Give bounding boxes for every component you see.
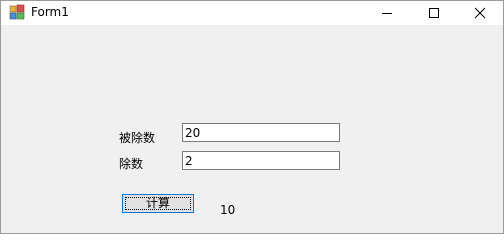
calculate-button[interactable]: 计算 <box>122 194 194 213</box>
app-icon <box>9 4 25 20</box>
close-button[interactable] <box>457 1 503 25</box>
result-label: 10 <box>220 203 236 217</box>
dividend-input[interactable] <box>182 123 340 142</box>
form-client-area: 被除数 除数 计算 10 <box>1 25 503 233</box>
form-window: Form1 被除数 除数 计算 10 <box>0 0 504 234</box>
close-icon <box>474 7 486 19</box>
divisor-label: 除数 <box>119 157 144 171</box>
title-bar[interactable]: Form1 <box>1 1 503 25</box>
minimize-button[interactable] <box>364 1 410 25</box>
maximize-button[interactable] <box>411 1 457 25</box>
calculate-button-label: 计算 <box>145 196 170 210</box>
divisor-input[interactable] <box>182 151 340 170</box>
window-title: Form1 <box>31 5 69 19</box>
dividend-label: 被除数 <box>119 131 156 145</box>
minimize-icon <box>382 13 392 14</box>
maximize-icon <box>429 8 439 18</box>
